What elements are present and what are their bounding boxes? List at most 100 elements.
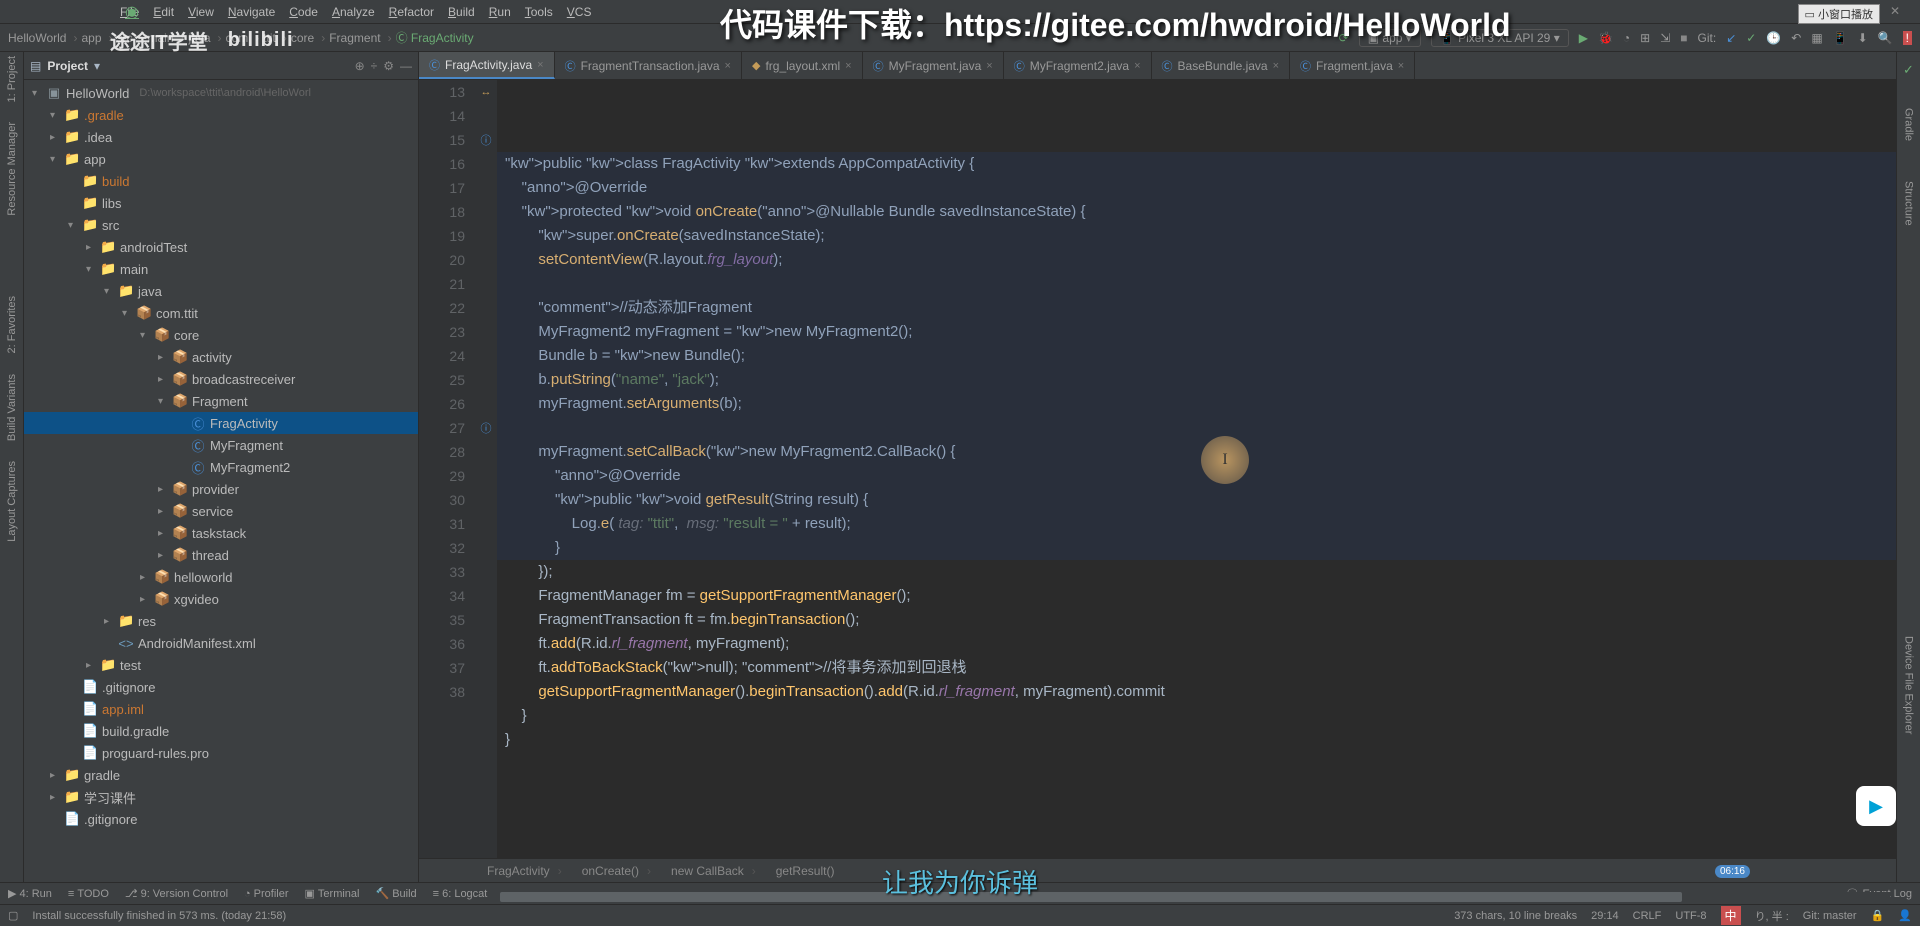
crumb-inner[interactable]: getResult() (768, 862, 843, 880)
tree-item[interactable]: ▸📦taskstack (24, 522, 418, 544)
tool-structure[interactable]: Structure (1903, 181, 1915, 226)
tree-item[interactable]: ⒸMyFragment2 (24, 456, 418, 478)
breadcrumb-leaf[interactable]: Ⓒ FragActivity (396, 29, 474, 46)
project-title[interactable]: Project (47, 59, 88, 73)
mini-window-close[interactable]: ✕ (1890, 4, 1900, 18)
toolwin-vc[interactable]: ⎇ 9: Version Control (125, 887, 228, 900)
tree-item[interactable]: ▾📦core (24, 324, 418, 346)
tree-item[interactable]: 📁libs (24, 192, 418, 214)
tree-item[interactable]: ▸📁gradle (24, 764, 418, 786)
menu-edit[interactable]: Edit (153, 5, 174, 19)
crumb-class[interactable]: FragActivity (479, 862, 570, 880)
editor-tab[interactable]: ◆frg_layout.xml× (742, 52, 863, 79)
profile-icon[interactable]: ◔ (1623, 31, 1630, 45)
help-icon[interactable]: ! (1903, 31, 1912, 45)
tool-favorites[interactable]: 2: Favorites (6, 296, 18, 353)
tree-item[interactable]: ▸📦thread (24, 544, 418, 566)
tree-item[interactable]: ▾📦com.ttit (24, 302, 418, 324)
tool-gradle[interactable]: Gradle (1903, 108, 1915, 141)
mini-window-button[interactable]: ▭ 小窗口播放 (1798, 4, 1880, 24)
collapse-icon[interactable]: ÷ (371, 59, 378, 73)
tab-close-icon[interactable]: × (1273, 60, 1279, 72)
breadcrumb-root[interactable]: HelloWorld (8, 31, 77, 45)
tree-item[interactable]: 📄.gitignore (24, 676, 418, 698)
menu-run[interactable]: Run (489, 5, 511, 19)
breadcrumb-item[interactable]: core (291, 31, 325, 45)
tab-close-icon[interactable]: × (1134, 60, 1140, 72)
layout-inspector-icon[interactable]: ▦ (1811, 31, 1822, 45)
toolwin-todo[interactable]: ≡ TODO (68, 888, 109, 900)
editor-tab[interactable]: ⒸFragActivity.java× (419, 52, 555, 79)
toolwin-build[interactable]: 🔨 Build (376, 887, 417, 900)
tree-item[interactable]: 📄build.gradle (24, 720, 418, 742)
editor-tab[interactable]: ⒸFragmentTransaction.java× (555, 52, 742, 79)
crumb-method[interactable]: onCreate() (574, 862, 659, 880)
menu-analyze[interactable]: Analyze (332, 5, 375, 19)
scrollbar-thumb[interactable] (500, 892, 1682, 902)
tree-item[interactable]: ▾📁main (24, 258, 418, 280)
tree-item[interactable]: ▾📦Fragment (24, 390, 418, 412)
status-encoding[interactable]: UTF-8 (1675, 910, 1706, 922)
menu-refactor[interactable]: Refactor (389, 5, 434, 19)
tree-item[interactable]: ▸📁test (24, 654, 418, 676)
search-icon[interactable]: 🔍 (1878, 31, 1893, 45)
tree-item[interactable]: ⒸMyFragment (24, 434, 418, 456)
vcs-history-icon[interactable]: 🕒 (1766, 31, 1781, 45)
menu-vcs[interactable]: VCS (567, 5, 592, 19)
tree-item[interactable]: ▸📁学习课件 (24, 786, 418, 808)
tab-close-icon[interactable]: × (725, 60, 731, 72)
tab-close-icon[interactable]: × (845, 60, 851, 72)
editor-tab[interactable]: ⒸMyFragment2.java× (1004, 52, 1152, 79)
status-mem-icon[interactable]: 👤 (1898, 909, 1912, 922)
tab-close-icon[interactable]: × (537, 59, 543, 71)
run-icon[interactable]: ▶ (1579, 31, 1588, 45)
status-corner-icon[interactable]: ▢ (8, 909, 18, 922)
select-opened-file-icon[interactable]: ⊕ (355, 59, 365, 73)
avd-icon[interactable]: 📱 (1833, 31, 1848, 45)
tree-root[interactable]: ▾▣ HelloWorld D:\workspace\ttit\android\… (24, 82, 418, 104)
editor-tab[interactable]: ⒸBaseBundle.java× (1152, 52, 1291, 79)
editor-tab[interactable]: ⒸMyFragment.java× (863, 52, 1004, 79)
crumb-anon[interactable]: new CallBack (663, 862, 764, 880)
tree-item[interactable]: ⒸFragActivity (24, 412, 418, 434)
status-lock-icon[interactable]: 🔒 (1871, 909, 1885, 922)
tool-layout-captures[interactable]: Layout Captures (6, 461, 18, 542)
tree-item[interactable]: ▾📁java (24, 280, 418, 302)
project-dropdown-icon[interactable]: ▾ (94, 59, 100, 73)
settings-icon[interactable]: ⚙ (383, 59, 394, 73)
vcs-update-icon[interactable]: ↙ (1726, 31, 1736, 45)
stop-icon[interactable]: ■ (1680, 31, 1687, 45)
toolwin-run[interactable]: ▶ 4: Run (8, 887, 52, 900)
tree-item[interactable]: ▸📦provider (24, 478, 418, 500)
attach-icon[interactable]: ⇲ (1660, 31, 1670, 45)
tree-item[interactable]: ▾📁.gradle (24, 104, 418, 126)
tool-build-variants[interactable]: Build Variants (6, 374, 18, 441)
menu-navigate[interactable]: Navigate (228, 5, 275, 19)
project-tree[interactable]: ▾▣ HelloWorld D:\workspace\ttit\android\… (24, 80, 418, 882)
tab-close-icon[interactable]: × (986, 60, 992, 72)
tree-item[interactable]: ▸📦helloworld (24, 566, 418, 588)
sdk-icon[interactable]: ⬇ (1858, 31, 1868, 45)
analyze-ok-icon[interactable]: ✓ (1903, 62, 1914, 78)
tree-item[interactable]: 📄.gitignore (24, 808, 418, 830)
code-editor[interactable]: "kw">public "kw">class FragActivity "kw"… (497, 80, 1896, 858)
editor-tab[interactable]: ⒸFragment.java× (1290, 52, 1415, 79)
horizontal-scrollbar[interactable] (500, 892, 1890, 902)
menu-code[interactable]: Code (289, 5, 318, 19)
tree-item[interactable]: ▸📦service (24, 500, 418, 522)
tree-item[interactable]: ▸📦activity (24, 346, 418, 368)
menu-tools[interactable]: Tools (525, 5, 553, 19)
tool-project[interactable]: 1: Project (6, 56, 18, 102)
tree-item[interactable]: ▸📁res (24, 610, 418, 632)
tree-item[interactable]: ▸📦broadcastreceiver (24, 368, 418, 390)
coverage-icon[interactable]: ⊞ (1640, 31, 1650, 45)
tool-resource-manager[interactable]: Resource Manager (6, 122, 18, 216)
vcs-revert-icon[interactable]: ↶ (1791, 31, 1801, 45)
hide-icon[interactable]: — (400, 59, 412, 73)
tab-close-icon[interactable]: × (1398, 60, 1404, 72)
tree-item[interactable]: 📄proguard-rules.pro (24, 742, 418, 764)
status-line-sep[interactable]: CRLF (1633, 910, 1662, 922)
tool-device-explorer[interactable]: Device File Explorer (1903, 636, 1915, 734)
menu-view[interactable]: View (188, 5, 214, 19)
tree-item[interactable]: ▾📁src (24, 214, 418, 236)
